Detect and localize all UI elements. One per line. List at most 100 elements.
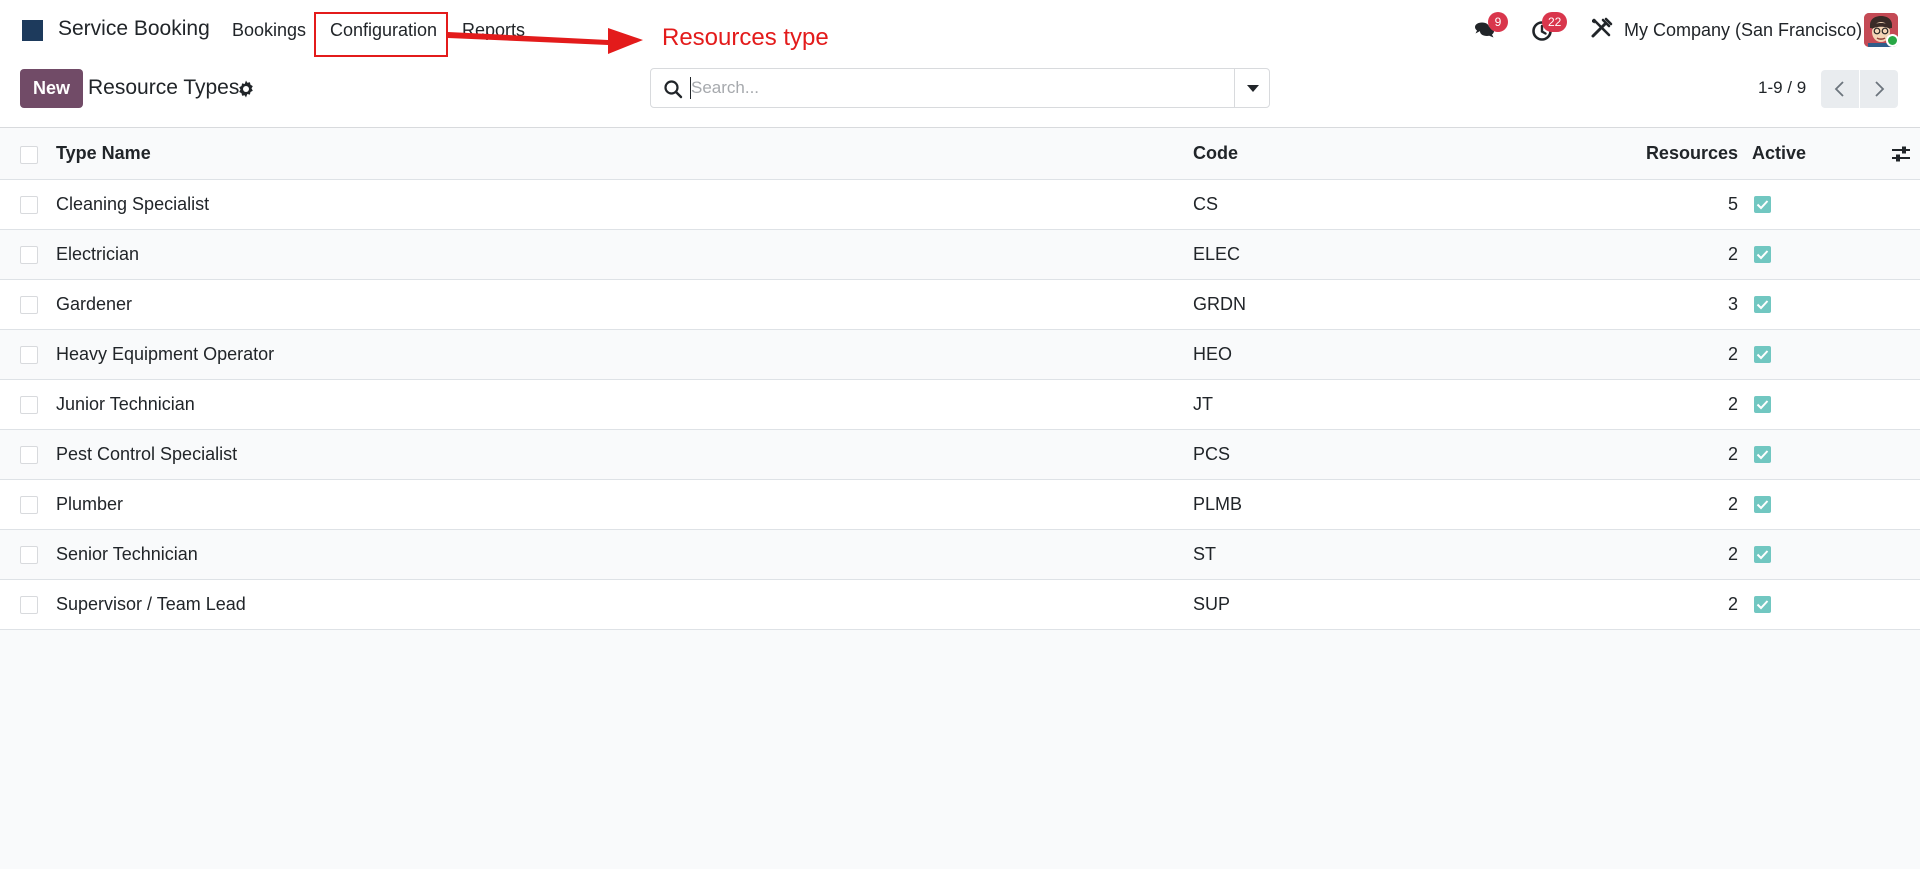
search-input[interactable] [691,74,1211,102]
cell-code[interactable]: CS [1193,179,1643,230]
cell-resources[interactable]: 2 [1643,379,1740,430]
active-checkbox[interactable] [1754,596,1771,614]
row-spacer-cell [1890,279,1920,330]
checkmark-icon [1756,250,1769,260]
cell-resources[interactable]: 3 [1643,279,1740,330]
cell-code[interactable]: GRDN [1193,279,1643,330]
cell-resources[interactable]: 5 [1643,179,1740,230]
menu-bookings[interactable]: Bookings [232,20,306,41]
column-header-code[interactable]: Code [1193,129,1643,180]
cell-type-name[interactable]: Heavy Equipment Operator [56,329,1193,380]
table-row[interactable]: Heavy Equipment Operator HEO 2 [0,329,1920,380]
checkmark-icon [1756,600,1769,610]
row-select-checkbox[interactable] [20,545,38,564]
active-checkbox[interactable] [1754,346,1771,364]
table-header-row: Type Name Code Resources Active [0,129,1920,180]
online-status-icon [1886,34,1899,47]
column-header-type-name[interactable]: Type Name [56,129,1193,180]
row-select-checkbox[interactable] [20,295,38,314]
table-row[interactable]: Gardener GRDN 3 [0,279,1920,330]
breadcrumb-title: Resource Types [88,76,240,99]
row-select-checkbox[interactable] [20,595,38,614]
active-checkbox[interactable] [1754,296,1771,314]
active-checkbox[interactable] [1754,196,1771,214]
sliders-icon[interactable] [1890,144,1912,164]
cell-resources[interactable]: 2 [1643,579,1740,630]
checkmark-icon [1756,200,1769,210]
cell-type-name[interactable]: Junior Technician [56,379,1193,430]
chevron-left-icon [1834,81,1844,97]
cell-code[interactable]: HEO [1193,329,1643,380]
row-select-checkbox[interactable] [20,245,38,264]
column-header-active[interactable]: Active [1740,129,1890,180]
cell-code[interactable]: PCS [1193,429,1643,480]
annotation-label: Resources type [662,24,829,51]
table-row[interactable]: Junior Technician JT 2 [0,379,1920,430]
new-button[interactable]: New [20,69,83,108]
row-select-cell [0,279,56,330]
active-checkbox[interactable] [1754,446,1771,464]
search-box [650,68,1270,108]
pager-value[interactable]: 1-9 / 9 [1758,78,1806,98]
cell-type-name[interactable]: Plumber [56,479,1193,530]
resource-types-table: Type Name Code Resources Active Cleaning… [0,129,1920,630]
app-name[interactable]: Service Booking [58,17,210,41]
cell-resources[interactable]: 2 [1643,229,1740,280]
table-row[interactable]: Electrician ELEC 2 [0,229,1920,280]
pager-previous-button[interactable] [1821,70,1859,108]
configuration-highlight-box [314,12,448,57]
row-select-checkbox[interactable] [20,195,38,214]
active-checkbox[interactable] [1754,246,1771,264]
select-all-checkbox[interactable] [20,145,38,164]
cell-code[interactable]: SUP [1193,579,1643,630]
table-row[interactable]: Pest Control Specialist PCS 2 [0,429,1920,480]
table-row[interactable]: Plumber PLMB 2 [0,479,1920,530]
cell-type-name[interactable]: Gardener [56,279,1193,330]
search-icon[interactable] [663,79,683,99]
cell-active [1740,479,1890,530]
control-panel: New Resource Types 1-9 / 9 [0,60,1920,128]
active-checkbox[interactable] [1754,396,1771,414]
row-select-cell [0,379,56,430]
cell-code[interactable]: ELEC [1193,229,1643,280]
cell-resources[interactable]: 2 [1643,479,1740,530]
active-checkbox[interactable] [1754,496,1771,514]
checkmark-icon [1756,300,1769,310]
cell-active [1740,579,1890,630]
column-header-resources[interactable]: Resources [1643,129,1740,180]
activities-badge: 22 [1542,12,1568,32]
table-row[interactable]: Cleaning Specialist CS 5 [0,179,1920,230]
cell-type-name[interactable]: Supervisor / Team Lead [56,579,1193,630]
cell-resources[interactable]: 2 [1643,529,1740,580]
cell-resources[interactable]: 2 [1643,429,1740,480]
pager-next-button[interactable] [1860,70,1898,108]
row-select-checkbox[interactable] [20,395,38,414]
cell-code[interactable]: PLMB [1193,479,1643,530]
row-spacer-cell [1890,529,1920,580]
row-select-checkbox[interactable] [20,495,38,514]
app-logo-icon[interactable] [22,20,43,41]
cell-active [1740,229,1890,280]
tools-icon[interactable] [1586,14,1616,44]
select-all-cell [0,129,56,180]
cell-type-name[interactable]: Cleaning Specialist [56,179,1193,230]
cell-type-name[interactable]: Electrician [56,229,1193,280]
cell-resources[interactable]: 2 [1643,329,1740,380]
optional-columns-cell [1890,129,1920,180]
row-select-checkbox[interactable] [20,445,38,464]
checkmark-icon [1756,400,1769,410]
row-select-checkbox[interactable] [20,345,38,364]
cell-type-name[interactable]: Pest Control Specialist [56,429,1193,480]
cell-active [1740,329,1890,380]
row-select-cell [0,529,56,580]
gear-icon[interactable] [236,79,256,99]
row-select-cell [0,579,56,630]
cell-type-name[interactable]: Senior Technician [56,529,1193,580]
active-checkbox[interactable] [1754,546,1771,564]
cell-code[interactable]: ST [1193,529,1643,580]
cell-code[interactable]: JT [1193,379,1643,430]
table-row[interactable]: Senior Technician ST 2 [0,529,1920,580]
search-options-toggle[interactable] [1234,69,1270,107]
table-row[interactable]: Supervisor / Team Lead SUP 2 [0,579,1920,630]
company-switcher[interactable]: My Company (San Francisco) [1624,20,1862,41]
